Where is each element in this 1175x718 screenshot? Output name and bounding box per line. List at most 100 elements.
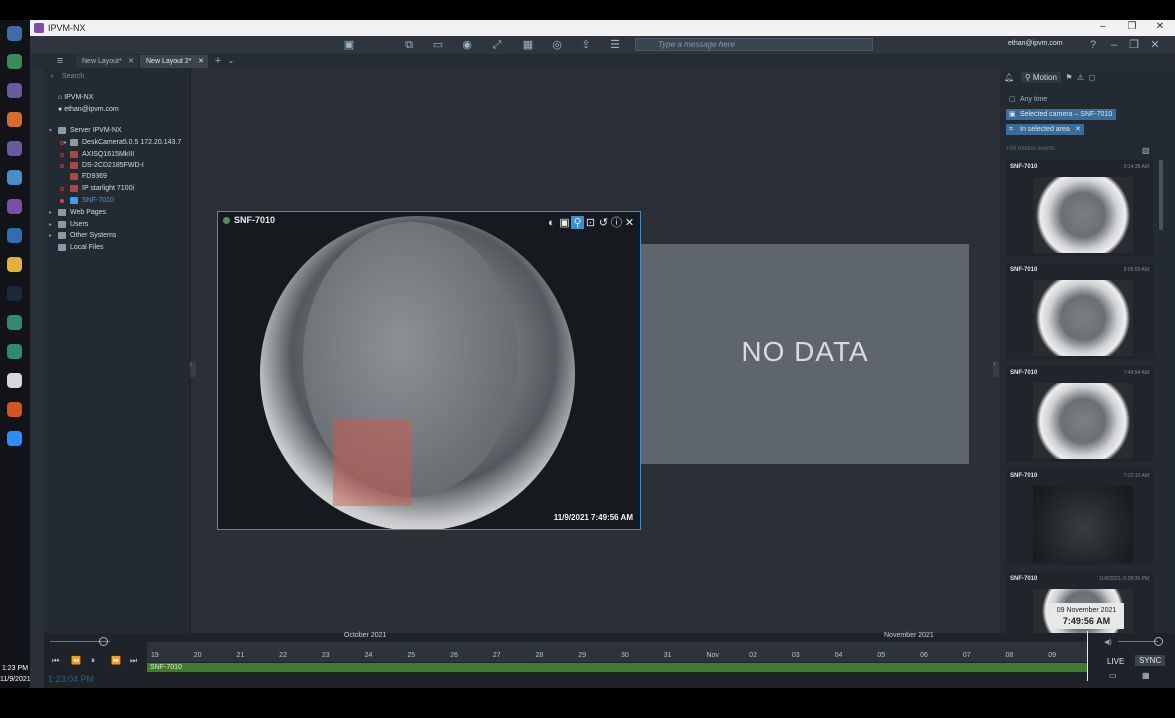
chrome-icon[interactable] [7, 54, 22, 69]
speaker-icon[interactable]: ◀) [1104, 638, 1112, 646]
web-pages-node[interactable]: ▸ Web Pages [49, 208, 106, 218]
other-systems-node[interactable]: ▸ Other Systems [49, 231, 116, 241]
camera-node[interactable]: DS-2CD2185FWD-I [60, 161, 144, 171]
tab-motion[interactable]: ⚲ Motion [1020, 72, 1061, 83]
filter-selected-area[interactable]: ⌗ In selected area ✕ [1006, 124, 1084, 135]
message-input[interactable]: Type a message here [635, 38, 873, 51]
timeline-cursor[interactable] [1087, 631, 1088, 681]
motion-event-card[interactable]: SNF-7010 7:22:10 AM [1006, 469, 1153, 565]
camera-node-selected[interactable]: SNF-7010 [60, 196, 114, 206]
expand-icon[interactable]: ▸ [64, 138, 67, 148]
server-node[interactable]: ▾ Server IPVM-NX [49, 126, 122, 136]
help-icon[interactable]: ? [1085, 38, 1101, 52]
close-icon[interactable]: ✕ [1153, 21, 1167, 32]
camera-node[interactable]: FD9369 [70, 172, 107, 182]
motion-event-card[interactable]: SNF-7010 7:49:54 AM [1006, 366, 1153, 462]
live-button[interactable]: LIVE [1107, 657, 1124, 666]
nx-witness-icon[interactable] [7, 199, 22, 214]
volume-handle[interactable] [99, 637, 108, 646]
warning-icon[interactable]: ⚠ [1077, 73, 1084, 82]
expand-icon[interactable]: ▸ [49, 208, 52, 218]
settings-sliders-icon[interactable]: ☰ [607, 38, 623, 52]
layouts-icon[interactable]: ⧉ [401, 38, 417, 52]
expand-icon[interactable]: ▸ [49, 220, 52, 230]
zoom-slider[interactable] [1118, 641, 1158, 642]
forward-icon[interactable]: ⏩ [111, 656, 121, 665]
search-input[interactable]: ⌕ Search [48, 71, 186, 83]
screen-icon[interactable]: ▣ [341, 38, 357, 52]
tab-new-layout-2[interactable]: New Layout 2* ✕ [140, 55, 208, 68]
go-to-start-icon[interactable]: ⏮ [52, 656, 59, 666]
screenshot-icon[interactable]: ⊡ [584, 216, 597, 229]
powerpoint-icon[interactable] [7, 402, 22, 417]
collapse-icon[interactable]: ▾ [49, 126, 52, 136]
minimize-icon[interactable]: – [1096, 21, 1110, 32]
fullscreen-icon[interactable]: ⤢ [489, 38, 505, 52]
tab-new-layout[interactable]: New Layout* ✕ [76, 55, 138, 68]
chevron-down-icon[interactable]: ⌄ [223, 54, 239, 68]
rewind-icon[interactable]: ⏪ [71, 656, 81, 665]
bookmark-icon[interactable]: ⚑ [1065, 73, 1072, 82]
close-icon[interactable]: ✕ [623, 216, 636, 229]
collapse-left-panel-icon[interactable]: ‹ [190, 361, 196, 377]
firefox-icon[interactable] [7, 112, 22, 127]
camera-item[interactable]: SNF-7010 ◐ ▣ ⚲ ⊡ ↺ ⓘ ✕ 11/9/2021 7:49:56 AM [217, 211, 641, 530]
close-tab-icon[interactable]: ✕ [128, 55, 134, 68]
bell-icon[interactable]: 🔔︎ [1004, 73, 1014, 82]
go-to-end-icon[interactable]: ⏭ [130, 656, 137, 666]
grid-icon[interactable]: ▦ [520, 38, 536, 52]
objects-icon[interactable]: ◻ [1089, 73, 1096, 82]
info-icon[interactable]: ⓘ [610, 214, 623, 230]
app-icon-globe[interactable] [7, 315, 22, 330]
camera-node[interactable]: AXISQ1615MkIII [60, 150, 134, 160]
user-node[interactable]: ● ethan@ipvm.com [58, 105, 119, 115]
motion-event-card[interactable]: SNF-7010 8:05:59 AM [1006, 263, 1153, 359]
folder-icon[interactable] [7, 257, 22, 272]
recording-chunk[interactable] [147, 663, 1087, 672]
rotate-icon[interactable]: ↺ [597, 216, 610, 229]
empty-item[interactable]: NO DATA [641, 244, 969, 464]
restore-icon[interactable]: ❐ [1125, 21, 1139, 32]
thumbnails-toggle-icon[interactable]: ▭ [1109, 671, 1117, 680]
dewarp-icon[interactable]: ▣ [558, 216, 571, 229]
motion-area-selection[interactable] [333, 420, 411, 506]
calendar-icon[interactable]: ▦ [1142, 671, 1150, 680]
motion-event-card[interactable]: SNF-7010 9:14:38 AM [1006, 160, 1153, 256]
minimize-app-icon[interactable]: – [1106, 38, 1122, 52]
motion-search-icon[interactable]: ⚲ [571, 216, 584, 229]
pause-icon[interactable]: ⏸ [91, 656, 95, 666]
export-icon[interactable]: ⇪ [578, 38, 594, 52]
close-app-icon[interactable]: ✕ [1147, 38, 1163, 52]
document-icon[interactable] [7, 373, 22, 388]
start-icon[interactable] [7, 26, 22, 41]
camera-node[interactable]: ▸ DeskCamera5.0.5 172.20.143.7 [60, 138, 181, 148]
camera-app-icon[interactable] [7, 344, 22, 359]
close-tab-icon[interactable]: ✕ [198, 55, 204, 68]
thumbnail-toggle-icon[interactable]: ▨ [1142, 146, 1150, 155]
filter-selected-camera[interactable]: ▣ Selected camera – SNF-7010 [1006, 109, 1117, 120]
expand-icon[interactable]: ▸ [49, 231, 52, 241]
cloud-icon[interactable] [7, 170, 22, 185]
scrollbar[interactable] [1159, 160, 1163, 230]
sync-button[interactable]: SYNC [1135, 655, 1166, 666]
local-files-node[interactable]: Local Files [58, 243, 103, 253]
zoom-handle[interactable] [1154, 637, 1163, 646]
restore-app-icon[interactable]: ❐ [1126, 38, 1142, 52]
camera-node[interactable]: IP starlight 7100i [60, 184, 134, 194]
system-node[interactable]: ⌂ IPVM-NX [58, 93, 93, 103]
zoom-icon[interactable] [7, 431, 22, 446]
remote-desktop-icon-2[interactable] [7, 141, 22, 156]
record-icon[interactable]: ◎ [549, 38, 565, 52]
monitor-icon[interactable]: ▭ [430, 38, 446, 52]
collapse-right-panel-icon[interactable]: › [993, 361, 999, 377]
terminal-icon[interactable] [7, 286, 22, 301]
eye-icon[interactable]: ◉ [459, 38, 475, 52]
users-node[interactable]: ▸ Users [49, 220, 88, 230]
menu-icon[interactable]: ≡ [52, 54, 68, 68]
filter-any-time[interactable]: ▢ Any time [1006, 94, 1051, 105]
remote-desktop-icon[interactable] [7, 83, 22, 98]
remove-filter-icon[interactable]: ✕ [1075, 124, 1081, 135]
contrast-icon[interactable]: ◐ [545, 217, 558, 229]
account-label[interactable]: ethan@ipvm.com [1008, 40, 1063, 47]
monitor-icon[interactable] [7, 228, 22, 243]
